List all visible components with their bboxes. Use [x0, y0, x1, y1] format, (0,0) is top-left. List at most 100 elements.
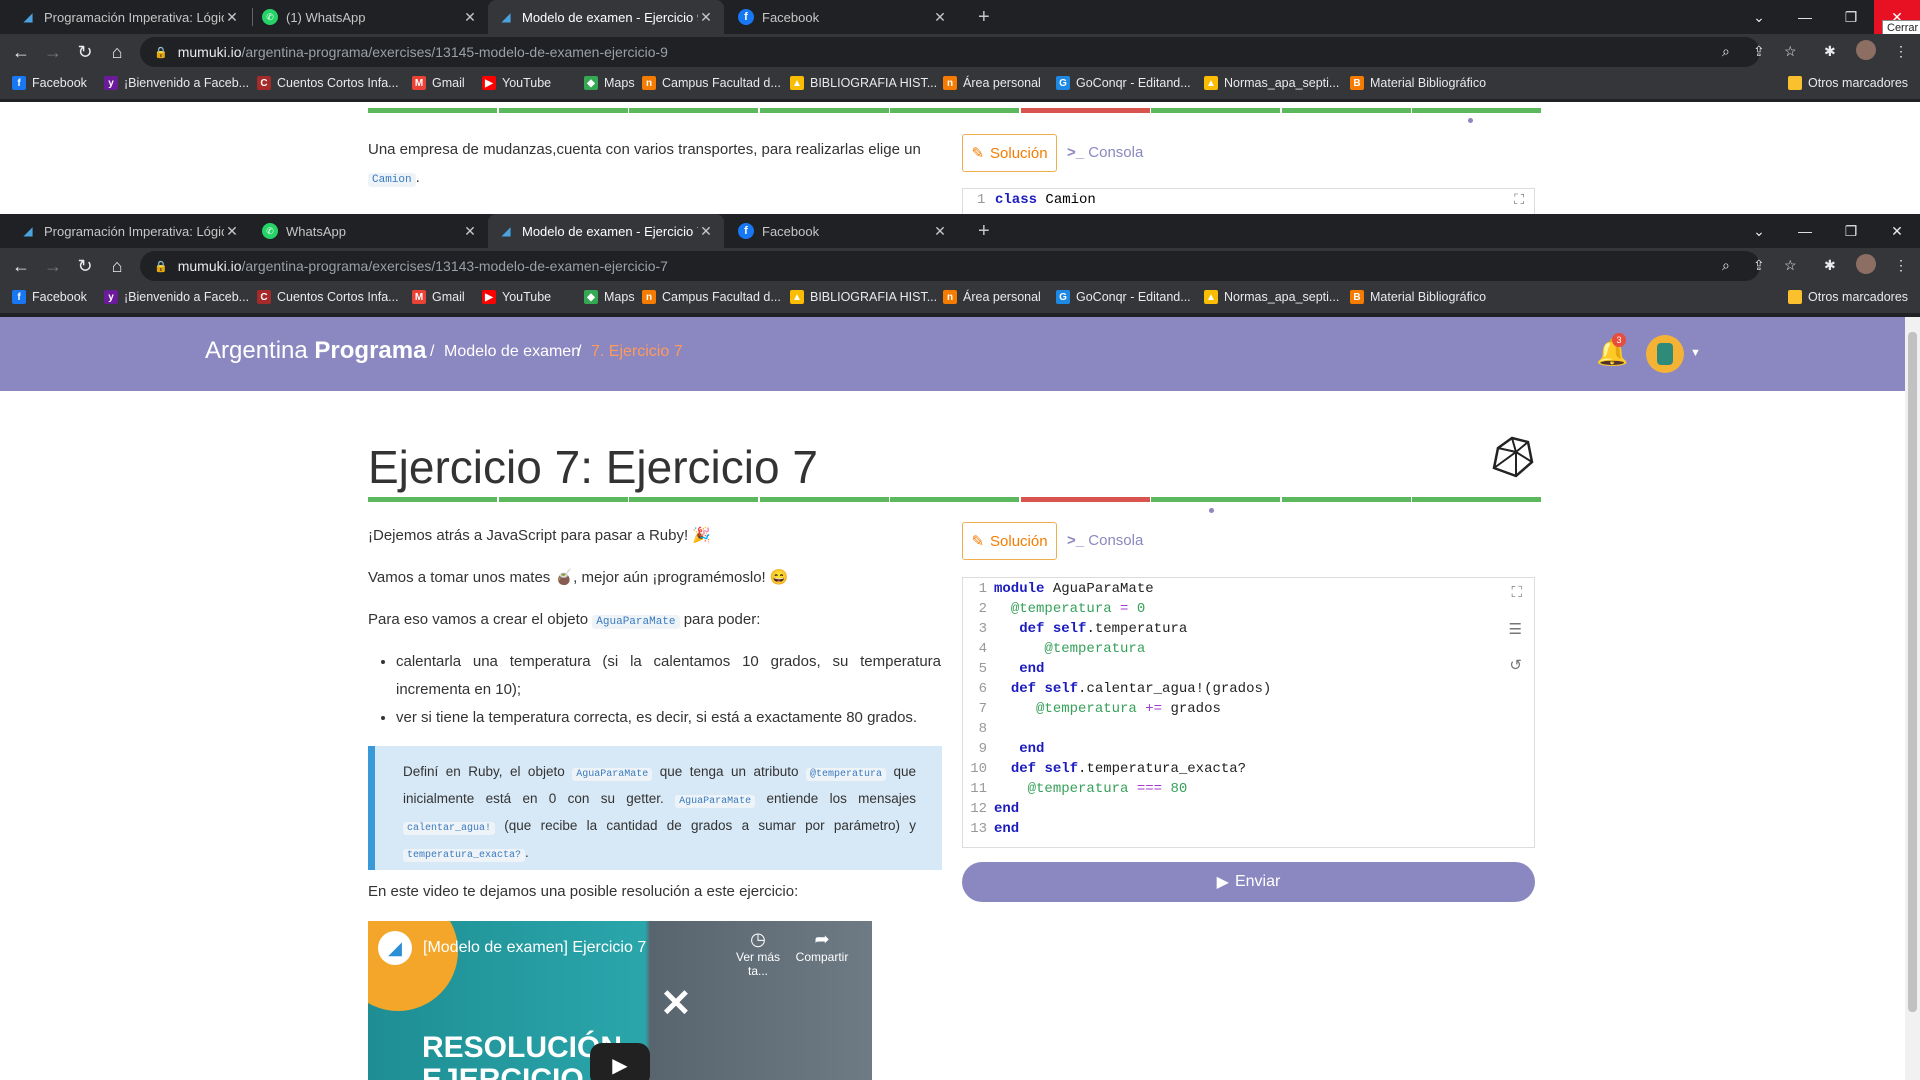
bg-tab-solucion[interactable]: ✎ Solución — [962, 134, 1057, 172]
bookmark-item[interactable]: ▶ YouTube — [482, 290, 551, 304]
reload-icon[interactable]: ↻ — [74, 255, 96, 277]
tab-search-icon[interactable]: ⌄ — [1736, 0, 1782, 34]
bg-tab-2[interactable]: ✆ (1) WhatsApp ✕ — [252, 0, 488, 34]
share-button[interactable]: ➦ Compartir — [792, 929, 852, 964]
progress-segment[interactable] — [1151, 108, 1280, 113]
new-tab-icon[interactable]: + — [978, 6, 990, 29]
reset-icon[interactable]: ↺ — [1509, 656, 1522, 675]
bookmark-item[interactable]: B Material Bibliográfico — [1350, 76, 1486, 90]
progress-segment[interactable] — [1281, 108, 1411, 113]
restore-icon[interactable]: ❐ — [1828, 0, 1874, 34]
window-close-icon[interactable]: ✕ — [1874, 214, 1920, 248]
bg-tab-4[interactable]: f Facebook ✕ — [728, 0, 958, 34]
progress-segment[interactable] — [629, 497, 758, 502]
close-icon[interactable]: ✕ — [462, 223, 478, 240]
channel-avatar[interactable]: ◢ — [378, 931, 412, 965]
progress-segment[interactable] — [498, 497, 628, 502]
zoom-icon[interactable]: ⌕ — [1722, 43, 1730, 60]
bookmark-item[interactable]: n Campus Facultad d... — [642, 290, 781, 304]
minimize-icon[interactable]: — — [1782, 214, 1828, 248]
code-editor[interactable]: 1 2 3 4 5 6 7 8 9 10 11 12 13 module AguaParaMate @t… — [962, 577, 1535, 848]
progress-segment[interactable] — [498, 108, 628, 113]
close-icon[interactable]: ✕ — [932, 223, 948, 240]
bookmark-item[interactable]: C Cuentos Cortos Infa... — [257, 76, 399, 90]
bookmark-star-icon[interactable]: ☆ — [1784, 43, 1797, 60]
new-tab-icon[interactable]: + — [978, 220, 990, 243]
home-icon[interactable]: ⌂ — [106, 41, 128, 63]
bookmark-item[interactable]: G GoConqr - Editand... — [1056, 290, 1191, 304]
bookmark-item[interactable]: ◆ Maps — [584, 76, 635, 90]
breadcrumb-modelo-examen[interactable]: Modelo de examen — [444, 343, 580, 361]
progress-segment[interactable] — [890, 108, 1019, 113]
zoom-icon[interactable]: ⌕ — [1722, 257, 1730, 274]
bookmark-item[interactable]: ▲ BIBLIOGRAFIA HIST... — [790, 76, 937, 90]
profile-avatar[interactable] — [1856, 40, 1876, 60]
bg-tab-1[interactable]: ◢ Programación Imperativa: Lógica ✕ — [10, 0, 250, 34]
progress-segment[interactable] — [368, 108, 497, 113]
bookmark-item[interactable]: n Área personal — [943, 290, 1041, 304]
indent-icon[interactable]: ☰ — [1509, 620, 1522, 639]
close-icon[interactable]: ✕ — [224, 9, 240, 26]
reload-icon[interactable]: ↻ — [74, 41, 96, 63]
fullscreen-icon[interactable]: ⛶ — [1514, 193, 1524, 209]
fullscreen-icon[interactable]: ⛶ — [1511, 584, 1522, 602]
progress-segment[interactable] — [368, 497, 497, 502]
close-icon[interactable]: ✕ — [224, 223, 240, 240]
progress-segment[interactable] — [1020, 497, 1150, 502]
home-icon[interactable]: ⌂ — [106, 255, 128, 277]
bookmark-item[interactable]: ▲ Normas_apa_septi... — [1204, 76, 1339, 90]
menu-kebab-icon[interactable]: ⋮ — [1894, 43, 1908, 60]
progress-segment[interactable] — [629, 108, 758, 113]
bookmark-item[interactable]: M Gmail — [412, 76, 465, 90]
fg-tab-4[interactable]: f Facebook ✕ — [728, 214, 958, 248]
chevron-down-icon[interactable]: ▼ — [1690, 347, 1701, 359]
share-icon[interactable]: ⇪ — [1753, 257, 1765, 274]
other-bookmarks[interactable]: Otros marcadores — [1788, 76, 1908, 90]
bookmark-item[interactable]: n Campus Facultad d... — [642, 76, 781, 90]
tab-search-icon[interactable]: ⌄ — [1736, 214, 1782, 248]
bookmark-item[interactable]: ▲ Normas_apa_septi... — [1204, 290, 1339, 304]
bookmark-item[interactable]: M Gmail — [412, 290, 465, 304]
bookmark-item[interactable]: G GoConqr - Editand... — [1056, 76, 1191, 90]
scrollbar-thumb[interactable] — [1908, 332, 1917, 1012]
bookmark-item[interactable]: C Cuentos Cortos Infa... — [257, 290, 399, 304]
bookmark-item[interactable]: f Facebook — [12, 290, 87, 304]
close-icon[interactable]: ✕ — [698, 9, 714, 26]
user-avatar[interactable] — [1646, 335, 1684, 373]
bookmark-item[interactable]: ▶ YouTube — [482, 76, 551, 90]
profile-avatar[interactable] — [1856, 254, 1876, 274]
tab-consola[interactable]: >_ Consola — [1067, 532, 1143, 549]
bg-tab-3[interactable]: ◢ Modelo de examen - Ejercicio 9 ✕ — [488, 0, 724, 34]
progress-segment[interactable] — [1151, 497, 1280, 502]
close-icon[interactable]: ✕ — [932, 9, 948, 26]
bookmark-item[interactable]: ▲ BIBLIOGRAFIA HIST... — [790, 290, 937, 304]
close-icon[interactable]: ✕ — [462, 9, 478, 26]
back-icon[interactable]: ← — [10, 255, 32, 277]
extensions-icon[interactable]: ✱ — [1824, 43, 1836, 60]
close-icon[interactable]: ✕ — [698, 223, 714, 240]
extensions-icon[interactable]: ✱ — [1824, 257, 1836, 274]
progress-segment[interactable] — [890, 497, 1019, 502]
bookmark-star-icon[interactable]: ☆ — [1784, 257, 1797, 274]
other-bookmarks[interactable]: Otros marcadores — [1788, 290, 1908, 304]
bookmark-item[interactable]: f Facebook — [12, 76, 87, 90]
bookmark-item[interactable]: B Material Bibliográfico — [1350, 290, 1486, 304]
progress-segment[interactable] — [1020, 108, 1150, 113]
address-bar[interactable]: 🔒 mumuki.io/argentina-programa/exercises… — [140, 251, 1760, 281]
bookmark-item[interactable]: n Área personal — [943, 76, 1041, 90]
video-title[interactable]: [Modelo de examen] Ejercicio 7 — [423, 939, 646, 957]
forward-icon[interactable]: → — [42, 255, 64, 277]
progress-segment[interactable] — [1412, 497, 1541, 502]
play-icon[interactable]: ▶ — [590, 1043, 650, 1080]
watch-later-button[interactable]: ◷ Ver más ta... — [728, 929, 788, 978]
fg-tab-2[interactable]: ✆ WhatsApp ✕ — [252, 214, 488, 248]
progress-segment[interactable] — [1281, 497, 1411, 502]
progress-segment[interactable] — [759, 497, 889, 502]
restore-icon[interactable]: ❐ — [1828, 214, 1874, 248]
brand-logo[interactable]: Argentina Programa — [205, 337, 426, 365]
bg-code-editor[interactable]: 1 class Camion ⛶ — [962, 188, 1535, 214]
bookmark-item[interactable]: y ¡Bienvenido a Faceb... — [104, 290, 249, 304]
progress-segment[interactable] — [759, 108, 889, 113]
menu-kebab-icon[interactable]: ⋮ — [1894, 257, 1908, 274]
fg-tab-3[interactable]: ◢ Modelo de examen - Ejercicio 7 ✕ — [488, 214, 724, 248]
